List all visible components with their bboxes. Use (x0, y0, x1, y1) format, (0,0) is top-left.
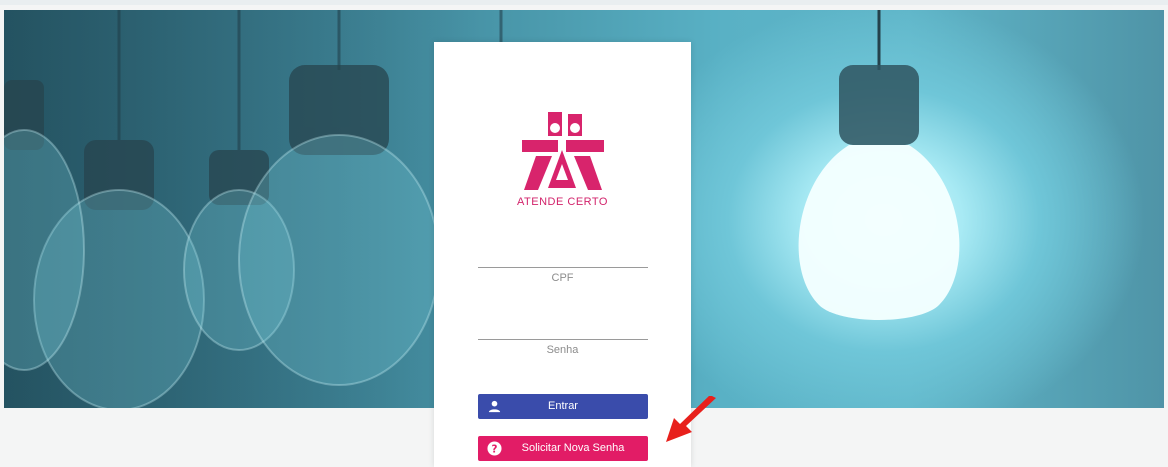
login-button-label: Entrar (548, 400, 578, 412)
red-arrow-icon (666, 396, 716, 442)
cpf-input[interactable] (478, 244, 648, 268)
atende-certo-logo-icon (522, 112, 604, 190)
request-new-password-label: Solicitar Nova Senha (521, 442, 625, 454)
cpf-label: CPF (551, 272, 574, 284)
login-button[interactable]: Entrar (478, 394, 648, 419)
password-input[interactable] (478, 316, 648, 340)
password-label: Senha (546, 344, 579, 356)
request-new-password-button[interactable]: ? Solicitar Nova Senha (478, 436, 648, 461)
brand-name: ATENDE CERTO (517, 196, 608, 208)
login-card: ATENDE CERTO CPF Senha Entrar ? Solicita… (434, 42, 691, 467)
page-background: ATENDE CERTO CPF Senha Entrar ? Solicita… (0, 0, 1168, 467)
